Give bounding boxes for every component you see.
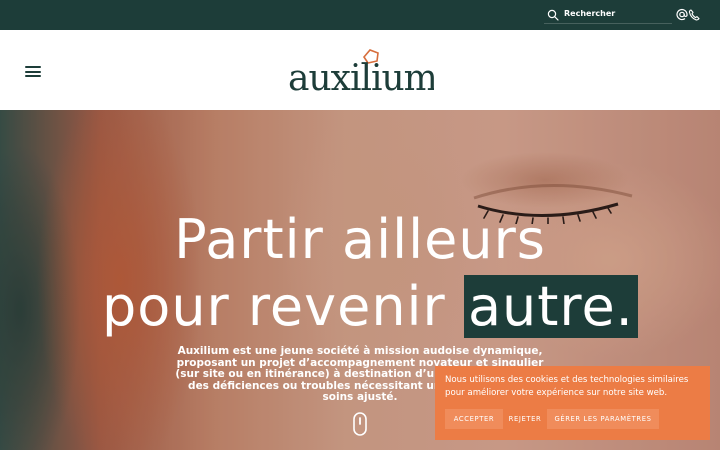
hero-headline-line2: pour revenir autre.	[102, 275, 638, 338]
accept-cookies-button[interactable]: ACCEPTER	[445, 409, 503, 429]
menu-icon[interactable]	[25, 66, 41, 77]
site-header: auxilium	[0, 30, 720, 110]
search-icon	[547, 9, 559, 21]
phone-icon[interactable]	[688, 8, 700, 21]
hero-headline-line1: Partir ailleurs	[174, 208, 546, 271]
cookie-banner: Nous utilisons des cookies et des techno…	[435, 366, 710, 440]
headline-text: pour revenir	[102, 275, 446, 338]
reject-cookies-button[interactable]: REJETER	[505, 409, 545, 429]
logo[interactable]: auxilium	[288, 46, 434, 96]
cookie-text: Nous utilisons des cookies et des techno…	[445, 375, 689, 398]
search-label: Rechercher	[564, 9, 616, 18]
at-icon[interactable]	[676, 8, 688, 21]
top-bar: Rechercher	[0, 0, 720, 30]
cookie-settings-button[interactable]: GÉRER LES PARAMÈTRES	[547, 409, 659, 429]
headline-highlight: autre.	[463, 275, 638, 338]
logo-text: auxilium	[288, 58, 434, 96]
search-field[interactable]: Rechercher	[544, 6, 672, 24]
mouse-scroll-icon[interactable]	[353, 412, 367, 436]
